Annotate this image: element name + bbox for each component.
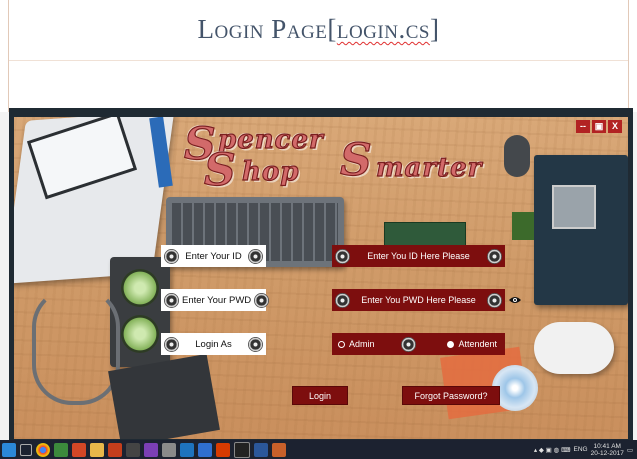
language-indicator[interactable]: ENG	[574, 446, 588, 453]
folder-icon[interactable]	[90, 442, 104, 457]
forgot-password-button[interactable]: Forgot Password?	[402, 386, 500, 405]
heading-filename: login.cs	[336, 14, 430, 44]
tray-icons[interactable]: ▴ ◆ ▣ ◍ ⌨	[534, 446, 571, 454]
document-heading: Login Page[login.cs]	[0, 14, 637, 45]
gear-icon	[164, 336, 179, 352]
edge-icon[interactable]	[180, 442, 194, 457]
word-icon[interactable]	[254, 442, 268, 457]
notification-icon[interactable]: ▭	[627, 446, 633, 454]
page-divider	[9, 60, 628, 61]
chrome-icon[interactable]	[36, 442, 50, 457]
taskbar: ▴ ◆ ▣ ◍ ⌨ ENG 10:41 AM 20-12-2017 ▭	[0, 440, 637, 459]
pwd-label-text: Enter Your PWD	[182, 294, 252, 306]
id-label-text: Enter Your ID	[185, 250, 242, 262]
mouse-image	[504, 135, 530, 177]
maximize-button[interactable]: ▣	[592, 120, 606, 133]
attendent-radio-label[interactable]: Attendent	[458, 339, 497, 349]
id-label: Enter Your ID	[161, 245, 266, 267]
cable-image	[32, 287, 120, 405]
login-as-label: Login As	[161, 333, 266, 355]
id-input-placeholder: Enter You ID Here Please	[367, 251, 470, 261]
password-input[interactable]: Enter You PWD Here Please	[332, 289, 505, 311]
gear-icon	[487, 292, 502, 308]
app-icon[interactable]	[162, 442, 176, 457]
app-icon[interactable]	[144, 442, 158, 457]
attendent-radio[interactable]	[447, 340, 455, 348]
login-window: S pencer S S hop marter -- ▣ X Enter You…	[14, 117, 628, 439]
logo-letter: S	[203, 144, 237, 196]
start-windows-icon[interactable]	[2, 442, 16, 457]
gear-icon	[164, 248, 179, 264]
gear-icon	[248, 248, 263, 264]
logo-letter: S	[339, 134, 373, 186]
gear-icon	[164, 292, 179, 308]
clock[interactable]: 10:41 AM 20-12-2017	[591, 443, 624, 457]
app-screenshot: S pencer S S hop marter -- ▣ X Enter You…	[9, 108, 633, 440]
id-input[interactable]: Enter You ID Here Please	[332, 245, 505, 267]
gear-icon	[335, 248, 350, 264]
task-view-icon[interactable]	[20, 443, 32, 456]
app-icon[interactable]	[108, 442, 122, 457]
powerpoint-icon[interactable]	[216, 442, 230, 457]
clock-date: 20-12-2017	[590, 449, 624, 457]
logo-word: hop	[241, 156, 300, 187]
fan-icon	[121, 315, 159, 353]
app-icon[interactable]	[234, 441, 250, 458]
gamepad-image	[534, 322, 614, 374]
app-icon[interactable]	[72, 442, 86, 457]
role-radio-group: Admin Attendent	[332, 333, 505, 355]
gear-icon	[248, 336, 263, 352]
heading-suffix: ]	[429, 14, 440, 44]
pwd-label: Enter Your PWD	[161, 289, 270, 311]
app-icon[interactable]	[126, 442, 140, 457]
app-icon[interactable]	[198, 442, 212, 457]
gear-icon	[254, 292, 270, 308]
admin-radio[interactable]	[338, 340, 345, 348]
app-icon[interactable]	[272, 442, 286, 457]
app-icon[interactable]	[54, 442, 68, 457]
admin-radio-label[interactable]: Admin	[349, 339, 375, 349]
system-tray: ▴ ◆ ▣ ◍ ⌨ ENG 10:41 AM 20-12-2017 ▭	[534, 443, 637, 457]
window-controls: -- ▣ X	[576, 120, 622, 133]
fan-icon	[121, 269, 159, 307]
clock-time: 10:41 AM	[593, 442, 621, 450]
heading-prefix: Login Page[	[197, 14, 337, 44]
password-input-placeholder: Enter You PWD Here Please	[361, 295, 476, 305]
login-button[interactable]: Login	[292, 386, 348, 405]
chip-image	[512, 212, 534, 240]
close-button[interactable]: X	[608, 120, 622, 133]
document-page: Login Page[login.cs]	[0, 0, 637, 112]
gear-icon	[487, 248, 502, 264]
minimize-button[interactable]: --	[576, 120, 590, 133]
motherboard-image	[534, 155, 628, 305]
gear-icon	[400, 336, 416, 352]
show-password-eye-icon[interactable]	[508, 293, 522, 307]
login-as-label-text: Login As	[195, 338, 232, 350]
logo-word: marter	[375, 152, 483, 183]
gear-icon	[335, 292, 350, 308]
app-logo: S pencer S S hop marter	[182, 118, 497, 196]
